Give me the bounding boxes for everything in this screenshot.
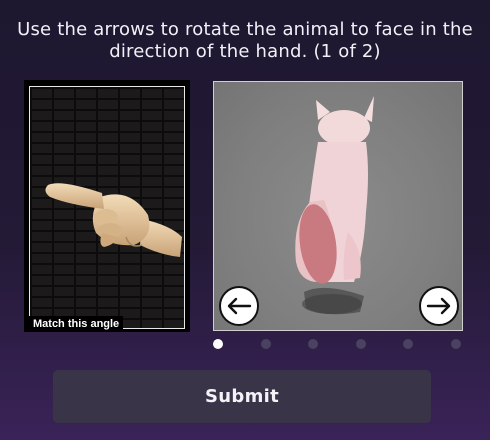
arrow-left-icon: [227, 297, 252, 315]
pagination-dot-3[interactable]: [308, 339, 318, 349]
pagination-dots: [211, 338, 463, 350]
rotate-left-button[interactable]: [219, 286, 259, 326]
reference-image-panel: Match this angle: [24, 80, 190, 332]
pagination-dot-2[interactable]: [261, 339, 271, 349]
rotate-right-button[interactable]: [419, 286, 459, 326]
pagination-dot-5[interactable]: [403, 339, 413, 349]
reference-image: [29, 86, 185, 329]
rotatable-animal-viewer[interactable]: [213, 81, 463, 331]
pagination-dot-6[interactable]: [451, 339, 461, 349]
pointing-hand-illustration: [45, 183, 182, 257]
instruction-line-1: Use the arrows to rotate the animal to f…: [17, 19, 473, 40]
submit-button[interactable]: Submit: [53, 370, 431, 423]
reference-caption: Match this angle: [29, 316, 124, 331]
instruction-text: Use the arrows to rotate the animal to f…: [0, 19, 490, 63]
pagination-dot-1[interactable]: [213, 339, 223, 349]
instruction-line-2: direction of the hand. (1 of 2): [109, 41, 381, 62]
pagination-dot-4[interactable]: [356, 339, 366, 349]
arrow-right-icon: [426, 297, 451, 315]
